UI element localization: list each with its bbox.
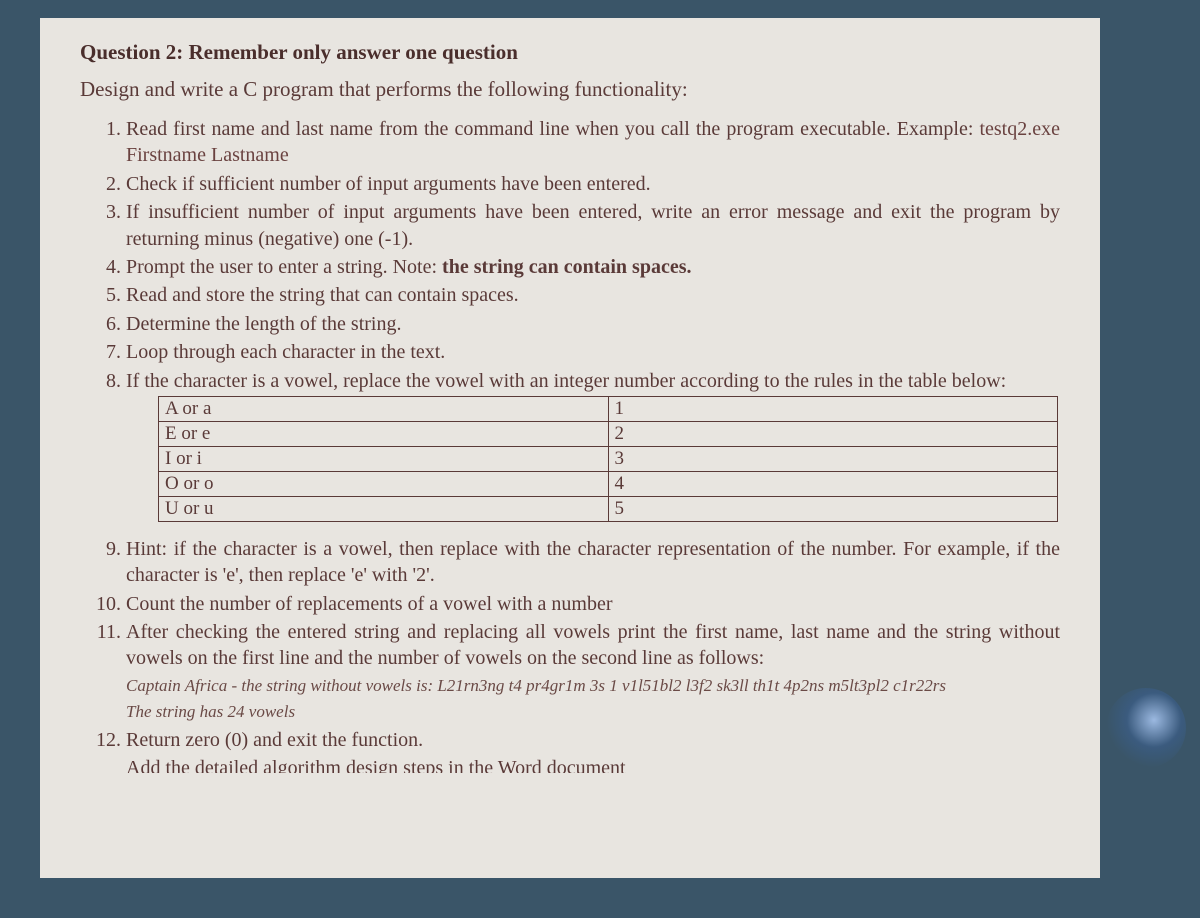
table-row: A or a 1: [159, 396, 1058, 421]
step-12: Return zero (0) and exit the function.: [126, 727, 1060, 753]
value-cell: 3: [608, 446, 1058, 471]
step-8: If the character is a vowel, replace the…: [126, 368, 1060, 394]
vowel-cell: O or o: [159, 471, 609, 496]
question-title: Question 2: Remember only answer one que…: [80, 40, 1060, 65]
example-output-line1: Captain Africa - the string without vowe…: [126, 676, 946, 695]
table-row: U or u 5: [159, 496, 1058, 521]
design-prompt: Design and write a C program that perfor…: [80, 77, 1060, 102]
step-7: Loop through each character in the text.: [126, 339, 1060, 365]
value-cell: 5: [608, 496, 1058, 521]
vowel-cell: I or i: [159, 446, 609, 471]
document-page: Question 2: Remember only answer one que…: [40, 18, 1100, 878]
step-1-text: Read first name and last name from the c…: [126, 118, 979, 140]
vowel-cell: E or e: [159, 421, 609, 446]
vowel-table: A or a 1 E or e 2 I or i 3 O or o 4 U or…: [158, 396, 1058, 522]
step-11-text: After checking the entered string and re…: [126, 621, 1060, 669]
step-10: Count the number of replacements of a vo…: [126, 591, 1060, 617]
value-cell: 2: [608, 421, 1058, 446]
table-row: I or i 3: [159, 446, 1058, 471]
step-6: Determine the length of the string.: [126, 311, 1060, 337]
step-3: If insufficient number of input argument…: [126, 199, 1060, 252]
steps-list-upper: Read first name and last name from the c…: [80, 116, 1060, 394]
example-output-line2: The string has 24 vowels: [126, 702, 295, 721]
step-4: Prompt the user to enter a string. Note:…: [126, 254, 1060, 280]
table-row: E or e 2: [159, 421, 1058, 446]
value-cell: 4: [608, 471, 1058, 496]
vowel-cell: U or u: [159, 496, 609, 521]
step-9: Hint: if the character is a vowel, then …: [126, 536, 1060, 589]
value-cell: 1: [608, 396, 1058, 421]
vowel-cell: A or a: [159, 396, 609, 421]
table-row: O or o 4: [159, 471, 1058, 496]
step-4-text: Prompt the user to enter a string. Note:: [126, 256, 442, 278]
step-1: Read first name and last name from the c…: [126, 116, 1060, 169]
step-2: Check if sufficient number of input argu…: [126, 171, 1060, 197]
step-5: Read and store the string that can conta…: [126, 282, 1060, 308]
steps-list-lower: Hint: if the character is a vowel, then …: [80, 536, 1060, 773]
step-13-cutoff: Add the detailed algorithm design steps …: [126, 755, 1060, 773]
step-11: After checking the entered string and re…: [126, 619, 1060, 725]
lens-flare: [1106, 688, 1186, 768]
step-4-note: the string can contain spaces.: [442, 256, 691, 278]
